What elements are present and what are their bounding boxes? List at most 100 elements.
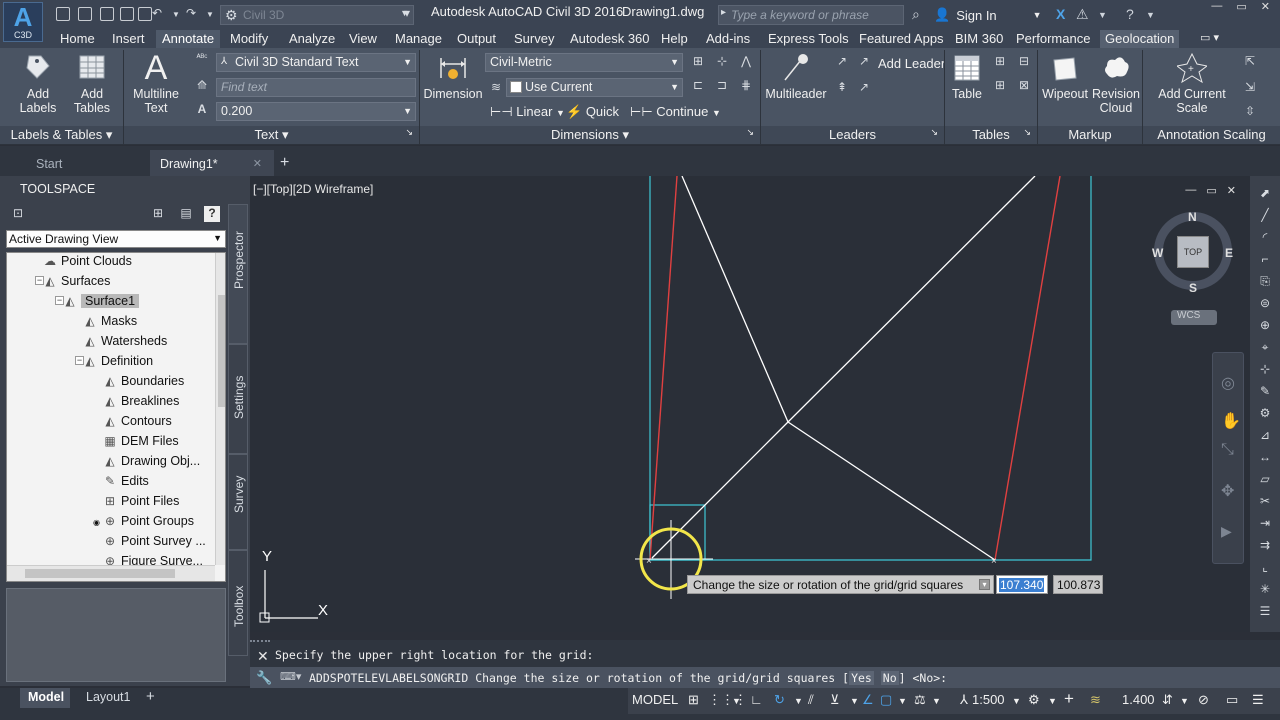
new-file-icon[interactable] <box>56 7 70 21</box>
tab-layout1[interactable]: Layout1 <box>76 688 142 708</box>
command-input[interactable]: 🔧 ⌨▾ ADDSPOTELEVLABELSONGRID Change the … <box>250 667 1280 688</box>
snap-tool-icon[interactable]: ⌖ <box>1257 340 1273 356</box>
tree-item[interactable]: ◭ Surface1 <box>63 291 140 311</box>
tab-survey[interactable]: Survey <box>228 454 248 550</box>
tab-toolbox[interactable]: Toolbox <box>228 550 248 656</box>
revision-cloud-button[interactable]: Revision Cloud <box>1092 52 1140 115</box>
tab-bim-360[interactable]: BIM 360 <box>955 30 1003 48</box>
coordinate-x-input[interactable]: 107.340 <box>996 575 1048 594</box>
settings-gear-icon[interactable]: ⚙ <box>1028 692 1040 708</box>
layer-tool-icon[interactable]: ⊜ <box>1257 296 1273 312</box>
snap-mode-icon[interactable]: ⋮⋮⋮ <box>708 692 747 708</box>
table-tool-2-icon[interactable]: ⊟ <box>1016 54 1032 70</box>
toolspace-list-icon[interactable]: ▤ <box>178 206 194 222</box>
extend-tool-icon[interactable]: ⇥ <box>1257 516 1273 532</box>
orbit-icon[interactable]: ✥ <box>1221 481 1234 501</box>
close-icon[interactable]: ✕ <box>1261 0 1270 14</box>
chevron-down-icon[interactable]: ▼ <box>1098 10 1107 20</box>
chevron-down-icon[interactable]: ▼ <box>850 696 859 706</box>
binoculars-icon[interactable]: ⌕ <box>912 6 920 23</box>
new-tab-icon[interactable]: + <box>280 150 300 176</box>
tab-view[interactable]: View <box>349 30 377 48</box>
polyline-tool-icon[interactable]: ⌐ <box>1257 252 1273 268</box>
steering-wheel-icon[interactable]: ◎ <box>1221 373 1235 393</box>
close-icon[interactable]: ✕ <box>257 648 269 665</box>
dimensions-panel-title[interactable]: Dimensions ▾ ↘ <box>420 126 760 144</box>
tree-item[interactable]: ◭ Drawing Obj... <box>103 451 200 471</box>
tab-performance[interactable]: Performance <box>1016 30 1090 48</box>
zoom-extents-icon[interactable]: ⤡ <box>1221 441 1234 459</box>
dim-tool-2-icon[interactable]: ⊹ <box>714 54 730 70</box>
help-icon[interactable]: ? <box>204 206 220 222</box>
tree-item[interactable]: ◭ Contours <box>103 411 171 431</box>
dimension-button[interactable]: Dimension <box>422 52 484 101</box>
scrollbar-thumb[interactable] <box>218 295 225 407</box>
command-tools-icon[interactable]: 🔧 <box>256 670 272 686</box>
lineweight-value[interactable]: 1.400 <box>1122 692 1155 707</box>
toolspace-view-icon[interactable]: ⊞ <box>150 206 166 222</box>
properties-tool-icon[interactable]: ☰ <box>1257 604 1273 620</box>
fillet-tool-icon[interactable]: ⌞ <box>1257 560 1273 576</box>
tree-item[interactable]: ✎ Edits <box>103 471 149 491</box>
tree-item[interactable]: ⊞ Point Files <box>103 491 179 511</box>
lineweight-icon[interactable]: ∠ <box>862 692 874 708</box>
close-icon[interactable]: ✕ <box>1227 184 1236 197</box>
tree-expand-icon[interactable]: ◉ <box>93 518 100 527</box>
chevron-down-icon[interactable]: ▼ <box>1180 696 1189 706</box>
pin-icon[interactable]: ⊿ <box>1257 428 1273 444</box>
scale-tool-3-icon[interactable]: ⇳ <box>1242 104 1258 120</box>
tree-item[interactable]: ◭ Definition <box>83 351 153 371</box>
annotation-scale-value[interactable]: 1:500 <box>972 692 1005 707</box>
text-panel-title[interactable]: Text ▾ ↘ <box>124 126 419 144</box>
linear-dimension-button[interactable]: ⊢⊣ Linear ▼ <box>490 104 565 120</box>
redo-dropdown-icon[interactable]: ▼ <box>206 10 214 19</box>
tab-model[interactable]: Model <box>20 688 70 708</box>
table-tool-4-icon[interactable]: ⊠ <box>1016 78 1032 94</box>
area-tool-icon[interactable]: ▱ <box>1257 472 1273 488</box>
wipeout-button[interactable]: Wipeout <box>1040 52 1090 101</box>
help-icon[interactable]: ? <box>1126 6 1134 22</box>
print-icon[interactable] <box>138 7 152 21</box>
option-yes[interactable]: Yes <box>849 671 874 685</box>
leader-add-icon[interactable]: ↗ <box>834 54 850 70</box>
ortho-icon[interactable]: ∟ <box>750 692 763 707</box>
undo-icon[interactable]: ↶ <box>152 6 162 20</box>
text-height-select[interactable]: 0.200 ▼ <box>216 102 416 121</box>
viewport-controls-label[interactable]: [−][Top][2D Wireframe] <box>253 182 373 196</box>
gear-icon[interactable]: ⚙ <box>1257 406 1273 422</box>
polar-tracking-icon[interactable]: ↻ <box>774 692 785 708</box>
select-icon[interactable]: ⬈ <box>1257 186 1273 202</box>
tree-collapse-icon[interactable]: − <box>35 276 44 285</box>
tab-manage[interactable]: Manage <box>395 30 442 48</box>
search-input[interactable]: Type a keyword or phrase <box>718 5 904 25</box>
wcs-menu[interactable]: WCS <box>1171 310 1217 325</box>
markup-panel-title[interactable]: Markup <box>1038 126 1142 144</box>
chevron-down-icon[interactable]: ▼ <box>1012 696 1021 706</box>
recent-commands-icon[interactable]: ⌨▾ <box>280 670 301 683</box>
isolate-objects-icon[interactable]: ⊘ <box>1198 692 1209 708</box>
grid-icon[interactable]: ⊞ <box>688 692 699 708</box>
find-text-input[interactable]: Find text <box>216 78 416 97</box>
object-snap-tracking-icon[interactable]: ⊻ <box>830 692 840 708</box>
workspace-select[interactable]: ⚙ Civil 3D ▼ <box>220 5 414 25</box>
align-leaders-icon[interactable]: ⇞ <box>834 80 850 96</box>
dim-tool-6-icon[interactable]: ⋕ <box>738 78 754 94</box>
command-line-grip[interactable] <box>250 640 270 645</box>
arc-tool-icon[interactable]: ◜ <box>1257 230 1273 246</box>
exchange-apps-icon[interactable]: X <box>1056 6 1065 22</box>
coordinate-y-input[interactable]: 100.873 <box>1053 575 1103 594</box>
model-space-toggle[interactable]: MODEL <box>632 692 678 707</box>
showmotion-icon[interactable]: ▶ <box>1221 523 1232 540</box>
tree-horizontal-scrollbar[interactable] <box>7 565 215 581</box>
annotation-scaling-panel-title[interactable]: Annotation Scaling <box>1143 126 1280 144</box>
minimize-icon[interactable]: — <box>1211 0 1222 14</box>
scrollbar-thumb[interactable] <box>25 569 175 578</box>
tab-survey[interactable]: Survey <box>514 30 554 48</box>
dimension-layer-select[interactable]: Use Current ▼ <box>506 78 683 97</box>
line-tool-icon[interactable]: ╱ <box>1257 208 1273 224</box>
tree-collapse-icon[interactable]: − <box>75 356 84 365</box>
tooltip-options-icon[interactable]: ▾ <box>979 579 990 590</box>
copy-tool-icon[interactable]: ⎘ <box>1257 274 1273 290</box>
layer-stack-icon[interactable]: ≋ <box>1090 692 1101 708</box>
labels-tables-panel-title[interactable]: Labels & Tables ▾ <box>0 126 123 144</box>
